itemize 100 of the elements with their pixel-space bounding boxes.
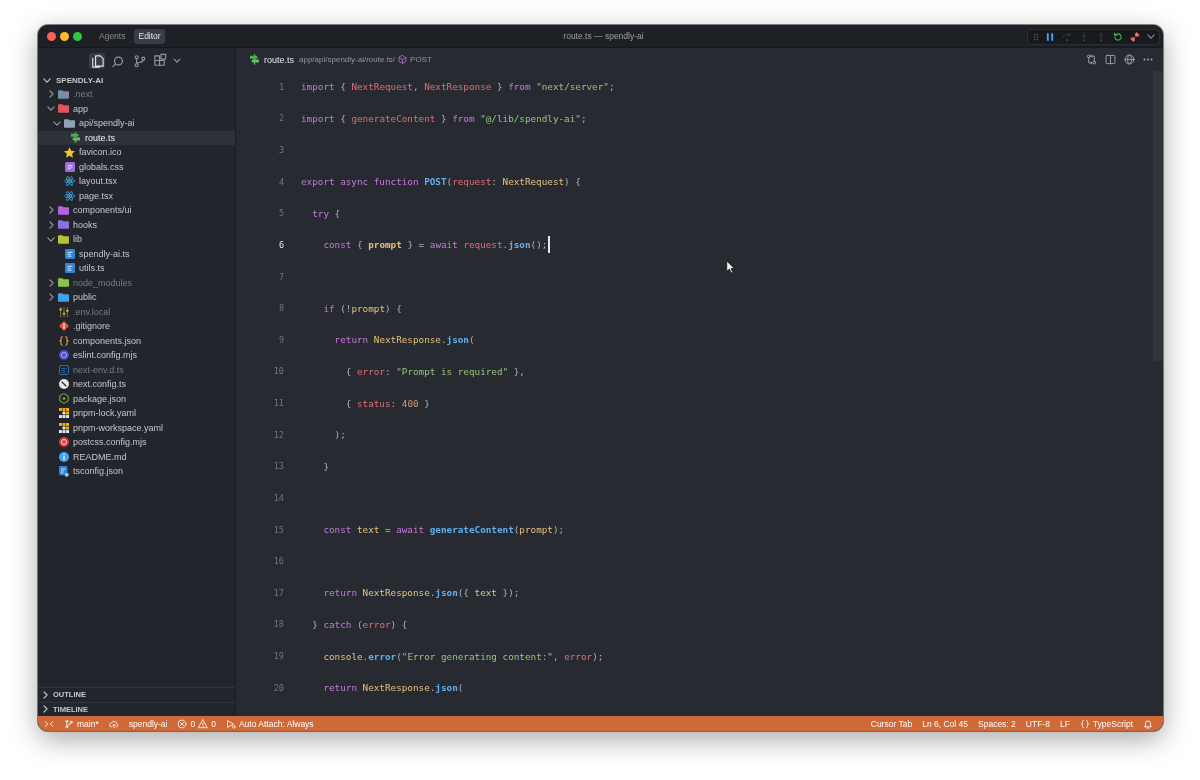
- chevron-right-icon[interactable]: [43, 690, 48, 699]
- tree-item[interactable]: lib: [38, 232, 235, 247]
- globe-icon[interactable]: [1124, 54, 1135, 65]
- tree-item[interactable]: utils.ts: [38, 261, 235, 276]
- split-editor-icon[interactable]: [1105, 54, 1116, 65]
- scrollbar-thumb[interactable]: [1153, 71, 1163, 361]
- chevron-right-icon[interactable]: [48, 220, 54, 229]
- status-item[interactable]: Cursor Tab: [870, 718, 913, 729]
- tree-item[interactable]: eslint.config.mjs: [38, 348, 235, 363]
- branch-name[interactable]: main*: [77, 718, 99, 729]
- tree-item[interactable]: spendly-ai.ts: [38, 246, 235, 261]
- warning-count[interactable]: 0: [211, 718, 216, 729]
- target-icon: [58, 437, 69, 448]
- status-item[interactable]: UTF-8: [1025, 718, 1050, 729]
- more-icon[interactable]: [1143, 58, 1153, 61]
- line-number: 4: [278, 176, 284, 187]
- extensions-icon[interactable]: [151, 52, 168, 69]
- tree-item[interactable]: route.ts: [38, 130, 235, 145]
- tree-item[interactable]: .env.local: [38, 304, 235, 319]
- tree-item[interactable]: globals.css: [38, 159, 235, 174]
- tree-item[interactable]: pnpm-workspace.yaml: [38, 420, 235, 435]
- tree-item[interactable]: package.json: [38, 391, 235, 406]
- mode-tab[interactable]: Editor: [134, 28, 165, 44]
- error-icon[interactable]: [177, 718, 188, 729]
- code-line: import { generateContent } from "@/lib/spendly-ai";: [301, 112, 587, 124]
- tree-item[interactable]: .next: [38, 87, 235, 102]
- line-number: 20: [273, 682, 284, 693]
- tree-item[interactable]: README.md: [38, 449, 235, 464]
- grip-icon[interactable]: [1034, 32, 1038, 41]
- grid-icon: [58, 408, 69, 419]
- error-count[interactable]: 0: [190, 718, 196, 729]
- chevron-down-icon[interactable]: [172, 58, 181, 63]
- debug-icon[interactable]: [225, 718, 236, 729]
- chevron-right-icon[interactable]: [48, 206, 54, 215]
- chevron-down-icon[interactable]: [43, 77, 51, 83]
- code-file-icon: [64, 248, 75, 259]
- tree-item[interactable]: app: [38, 101, 235, 116]
- disconnect-icon[interactable]: [1130, 31, 1140, 42]
- tree-item[interactable]: layout.tsx: [38, 174, 235, 189]
- chevron-right-icon[interactable]: [43, 705, 48, 714]
- warning-icon[interactable]: [198, 718, 209, 729]
- status-item[interactable]: spendly-ai: [128, 718, 168, 729]
- code-file-icon: [58, 364, 69, 375]
- status-item[interactable]: LF: [1059, 718, 1070, 729]
- star-icon: [64, 146, 75, 158]
- window-title: route.ts — spendly-ai: [563, 31, 644, 41]
- settings-file-icon: [58, 465, 69, 477]
- diamond-icon: [58, 321, 69, 332]
- chevron-right-icon[interactable]: [48, 293, 54, 302]
- tree-item[interactable]: postcss.config.mjs: [38, 435, 235, 450]
- tree-item[interactable]: page.tsx: [38, 188, 235, 203]
- files-icon[interactable]: [88, 52, 105, 69]
- maximize-icon[interactable]: [73, 31, 82, 41]
- tree-item[interactable]: api/spendly-ai: [38, 116, 235, 131]
- minimize-icon[interactable]: [60, 31, 69, 41]
- chevron-down-icon[interactable]: [47, 106, 55, 112]
- branch-icon[interactable]: [64, 718, 74, 729]
- code-line: { error: "Prompt is required" },: [345, 365, 525, 377]
- close-icon[interactable]: [47, 31, 56, 41]
- compare-changes-icon[interactable]: [1086, 54, 1097, 65]
- chevron-down-icon[interactable]: [53, 120, 61, 126]
- status-item[interactable]: Spaces: 2: [978, 718, 1016, 729]
- braces-icon: [58, 335, 69, 346]
- tree-item[interactable]: components.json: [38, 333, 235, 348]
- tree-item[interactable]: pnpm-lock.yaml: [38, 406, 235, 421]
- tree-item[interactable]: next.config.ts: [38, 377, 235, 392]
- tree-item[interactable]: favicon.ico: [38, 145, 235, 160]
- cube-icon[interactable]: [398, 55, 408, 64]
- line-number: 2: [278, 113, 284, 124]
- chevron-right-icon[interactable]: [48, 278, 54, 287]
- breadcrumb-path[interactable]: app/api/spendly-ai/route.ts/: [299, 55, 396, 64]
- pause-icon[interactable]: [1045, 31, 1055, 42]
- tree-item[interactable]: .gitignore: [38, 319, 235, 334]
- tree-item[interactable]: node_modules: [38, 275, 235, 290]
- code-line: { status: 400 }: [345, 397, 430, 409]
- cloud-upload-icon[interactable]: [108, 718, 119, 729]
- tree-item[interactable]: tsconfig.json: [38, 464, 235, 479]
- restart-icon[interactable]: [1113, 31, 1123, 42]
- tree-item[interactable]: next-env.d.ts: [38, 362, 235, 377]
- chevron-right-icon[interactable]: [48, 90, 54, 99]
- language-mode[interactable]: TypeScript: [1092, 718, 1133, 729]
- line-number: 11: [273, 398, 284, 409]
- file-name[interactable]: route.ts: [264, 54, 294, 65]
- chevron-down-icon[interactable]: [1147, 34, 1155, 39]
- tree-item[interactable]: hooks: [38, 217, 235, 232]
- mouse-pointer-icon: [726, 260, 735, 274]
- code-line: import { NextRequest, NextResponse } from "next/server";: [301, 81, 615, 93]
- line-number: 5: [278, 208, 284, 219]
- chevron-down-icon[interactable]: [47, 236, 55, 242]
- status-item[interactable]: Auto Attach: Always: [238, 718, 314, 729]
- bell-icon[interactable]: [1143, 718, 1153, 729]
- explorer-header[interactable]: SPENDLY-AI: [38, 73, 235, 87]
- code-line: try {: [312, 207, 341, 219]
- line-number: 9: [278, 334, 284, 345]
- breadcrumb-symbol[interactable]: POST: [410, 55, 432, 64]
- mode-tab[interactable]: Agents: [95, 28, 130, 44]
- tree-item[interactable]: components/ui: [38, 203, 235, 218]
- tree-item[interactable]: public: [38, 290, 235, 305]
- signpost-icon: [250, 54, 259, 65]
- status-item[interactable]: Ln 6, Col 45: [922, 718, 968, 729]
